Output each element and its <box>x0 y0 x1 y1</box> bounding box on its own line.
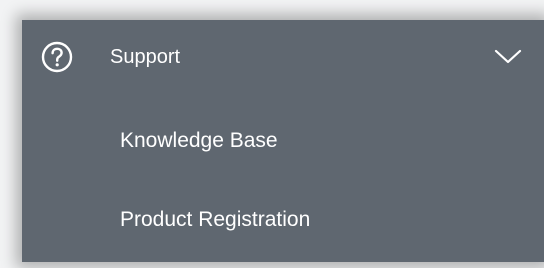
support-menu-panel: Support Knowledge Base Product Registrat… <box>22 20 544 262</box>
submenu-item-knowledge-base[interactable]: Knowledge Base <box>22 104 544 176</box>
submenu-item-label: Product Registration <box>120 208 311 231</box>
support-menu-title: Support <box>110 46 181 68</box>
chevron-down-icon[interactable] <box>494 48 522 66</box>
submenu-item-label: Knowledge Base <box>120 129 278 152</box>
support-menu-header[interactable]: Support <box>22 20 544 96</box>
help-circle-icon <box>41 41 73 73</box>
submenu-item-product-registration[interactable]: Product Registration <box>22 183 544 255</box>
